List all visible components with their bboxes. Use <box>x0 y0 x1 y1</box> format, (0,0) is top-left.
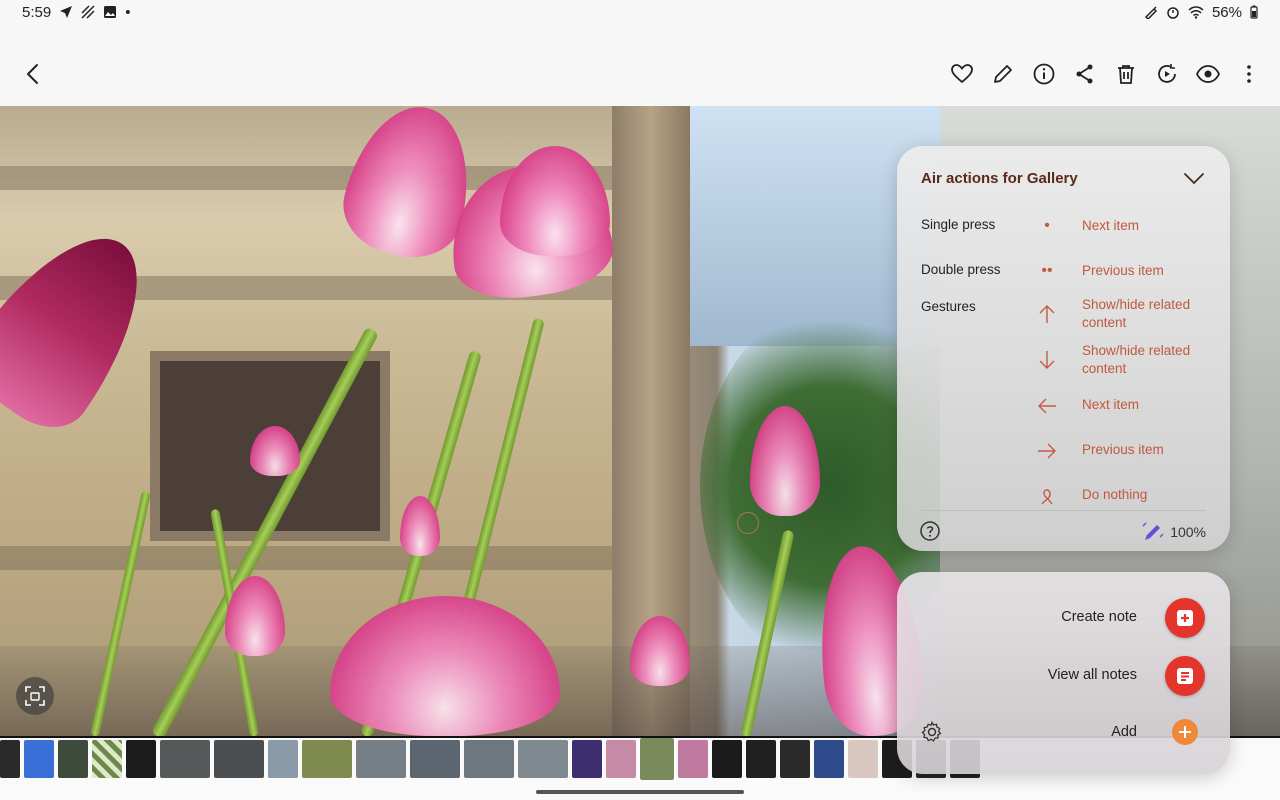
thumbnail[interactable] <box>572 740 602 778</box>
navigation-bar <box>0 780 1280 800</box>
remaster-icon <box>1158 64 1176 83</box>
scan-button[interactable] <box>16 677 54 715</box>
view-all-notes-button[interactable] <box>1165 656 1205 696</box>
scan-icon <box>25 686 45 706</box>
view-icon <box>1196 65 1220 83</box>
status-bar: 5:59 • 56% <box>0 0 1280 24</box>
air-action-value: Do nothing <box>1082 487 1148 502</box>
thumbnail[interactable] <box>780 740 810 778</box>
edit-button[interactable] <box>990 58 1016 90</box>
s-pen-battery-icon <box>1142 522 1164 540</box>
delete-icon <box>1118 65 1134 84</box>
toolbar <box>949 58 1262 90</box>
thumbnail[interactable] <box>518 740 568 778</box>
remaster-button[interactable] <box>1154 58 1180 90</box>
thumbnail[interactable] <box>126 740 156 778</box>
thumbnail[interactable] <box>0 740 20 778</box>
plus-icon <box>1179 726 1191 738</box>
thumbnail[interactable] <box>712 740 742 778</box>
arrow-down-icon <box>1035 348 1059 372</box>
help-icon[interactable] <box>919 520 941 542</box>
settings-icon[interactable] <box>921 721 943 743</box>
air-action-value: Show/hide related content <box>1082 343 1191 376</box>
single-press-icon: • <box>1044 217 1050 234</box>
thumbnail[interactable] <box>92 740 122 778</box>
air-action-value: Previous item <box>1082 263 1164 278</box>
battery-icon <box>1250 5 1258 19</box>
notes-list-icon <box>1177 668 1193 684</box>
air-action-label: Single press <box>921 217 996 232</box>
air-action-label: Double press <box>921 262 1001 277</box>
thumbnail[interactable] <box>678 740 708 778</box>
alarm-icon <box>1167 7 1179 19</box>
more-options-button[interactable] <box>1236 58 1262 90</box>
no-signal-icon <box>81 5 95 19</box>
thumbnail[interactable] <box>746 740 776 778</box>
view-button[interactable] <box>1195 58 1221 90</box>
arrow-up-icon <box>1035 302 1059 326</box>
thumbnail[interactable] <box>356 740 406 778</box>
thumbnail[interactable] <box>268 740 298 778</box>
more-icon <box>1247 65 1251 83</box>
create-note-button[interactable] <box>1165 598 1205 638</box>
wifi-icon <box>1188 6 1204 19</box>
thumbnail[interactable] <box>302 740 352 778</box>
battery-percent: 56% <box>1211 3 1242 21</box>
gesture-handle[interactable] <box>536 790 744 794</box>
chevron-down-icon[interactable] <box>1183 170 1205 186</box>
air-action-value: Next item <box>1082 218 1140 233</box>
heart-icon <box>951 64 973 84</box>
air-action-value: Next item <box>1082 397 1140 412</box>
arrow-left-icon <box>1035 394 1059 418</box>
thumbnail[interactable] <box>814 740 844 778</box>
delete-button[interactable] <box>1113 58 1139 90</box>
favorite-button[interactable] <box>949 58 975 90</box>
thumbnail[interactable] <box>214 740 264 778</box>
s-pen-icon <box>1144 6 1158 19</box>
thumbnail[interactable] <box>24 740 54 778</box>
air-action-value: Show/hide related content <box>1082 297 1191 330</box>
add-shortcut-button[interactable] <box>1172 719 1198 745</box>
add-note-icon <box>1177 610 1193 626</box>
pen-battery: 100% <box>1142 522 1206 542</box>
divider <box>921 510 1206 511</box>
details-button[interactable] <box>1031 58 1057 90</box>
create-note-label[interactable]: Create note <box>1061 609 1137 625</box>
thumbnail[interactable] <box>464 740 514 778</box>
share-button[interactable] <box>1072 58 1098 90</box>
arrow-right-icon <box>1035 439 1059 463</box>
back-icon <box>27 64 38 84</box>
location-icon <box>60 6 73 18</box>
swirl-icon <box>1035 484 1059 508</box>
view-all-notes-label[interactable]: View all notes <box>1048 667 1137 683</box>
air-actions-panel: Air actions for Gallery Single press • N… <box>897 146 1230 551</box>
pen-battery-value: 100% <box>1170 524 1206 540</box>
thumbnail[interactable] <box>606 740 636 778</box>
s-pen-hover-cursor <box>737 512 759 534</box>
add-label[interactable]: Add <box>1111 724 1137 740</box>
thumbnail-selected[interactable] <box>638 738 676 780</box>
air-action-label: Gestures <box>921 299 976 314</box>
status-time: 5:59 <box>22 3 52 21</box>
status-dot: • <box>125 3 131 21</box>
thumbnail[interactable] <box>410 740 460 778</box>
air-command-notes-panel: Create note View all notes Add <box>897 572 1230 774</box>
thumbnail[interactable] <box>160 740 210 778</box>
thumbnail[interactable] <box>848 740 878 778</box>
share-icon <box>1076 64 1093 84</box>
photo-ledge <box>0 546 690 570</box>
double-press-icon: •• <box>1041 262 1053 279</box>
edit-icon <box>994 65 1012 83</box>
air-action-value: Previous item <box>1082 442 1164 457</box>
thumbnail[interactable] <box>58 740 88 778</box>
info-icon <box>1033 63 1055 85</box>
gallery-notification-icon <box>104 6 117 18</box>
back-button[interactable] <box>18 58 50 90</box>
air-actions-title: Air actions for Gallery <box>921 170 1078 187</box>
